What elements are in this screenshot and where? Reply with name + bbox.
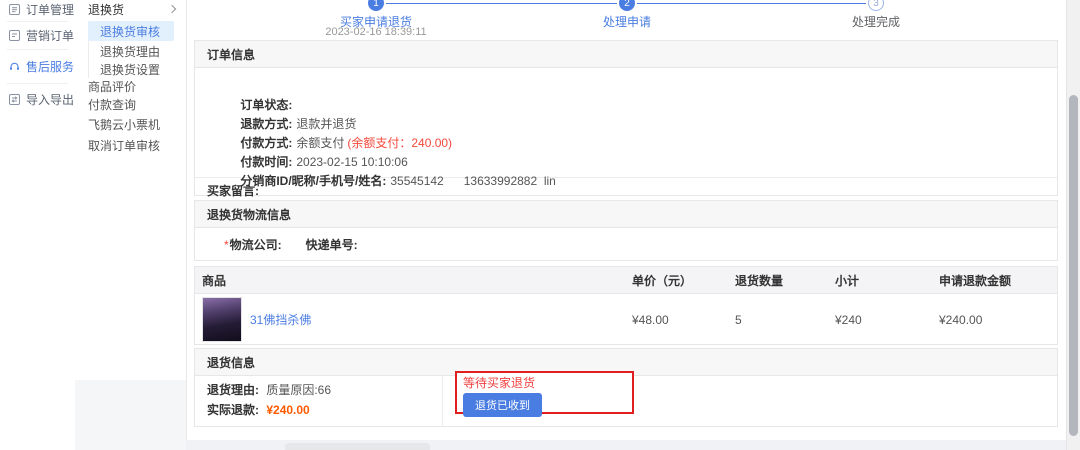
submenu-item-product-review[interactable]: 商品评价 (88, 77, 136, 95)
submenu-item-return-settings[interactable]: 退换货设置 (100, 60, 160, 78)
table-header-row: 商品 单价（元） 退货数量 小计 申请退款金额 (195, 267, 1057, 294)
col-header-product: 商品 (202, 272, 632, 289)
step-number: 3 (873, 0, 879, 9)
buyer-message-label: 买家留言: (207, 182, 259, 199)
balance-payment-amount: (余额支付：240.00) (347, 136, 452, 150)
submenu-item-label: 商品评价 (88, 78, 136, 95)
field-label: 实际退款: (207, 403, 259, 417)
waiting-buyer-return-status: 等待买家退货 (463, 376, 632, 390)
return-status-highlight-box: 等待买家退货 退货已收到 (455, 371, 634, 414)
submenu-item-return-reason[interactable]: 退换货理由 (100, 42, 160, 60)
sidebar-item-after-sales[interactable]: 售后服务 (0, 50, 75, 83)
sidebar-item-marketing-order[interactable]: 营销订单 (0, 22, 75, 49)
step-circle-3: 3 (868, 0, 884, 11)
step-connector (637, 3, 866, 4)
field-label: 分销商ID/昵称/手机号/姓名: (240, 174, 386, 188)
logistics-panel: 退换货物流信息 * 物流公司: 快递单号: (194, 200, 1058, 261)
step-label-complete: 处理完成 (806, 13, 946, 30)
order-info-body: 订单状态: 退款方式:退款并退货 付款方式:余额支付(余额支付：240.00) … (195, 68, 1057, 172)
field-label: 付款时间: (240, 155, 292, 169)
tracking-number-label: 快递单号: (306, 236, 358, 253)
vertical-divider (442, 376, 443, 427)
submenu-item-label: 退换货设置 (100, 61, 160, 78)
return-info-body: 退货理由: 质量原因:66 实际退款: ¥240.00 等待买家退货 退货已收到 (195, 376, 1057, 427)
col-header-unit-price: 单价（元） (632, 272, 735, 289)
submenu-panel: 退换货 退换货审核 退换货理由 退换货设置 商品评价 付款查询 飞鹅云小票机 (75, 0, 186, 380)
goods-received-button[interactable]: 退货已收到 (463, 393, 542, 417)
scrollbar-track (1066, 0, 1080, 450)
logistics-body: * 物流公司: 快递单号: (195, 228, 1057, 261)
main-content: 1 2 3 买家申请退货 2023-02-16 18:39:11 处理申请 处理… (186, 0, 1066, 440)
submenu-item-receipt-printer[interactable]: 飞鹅云小票机 (88, 115, 160, 133)
subtotal-value: ¥240 (835, 313, 939, 327)
field-actual-refund: 实际退款: ¥240.00 (207, 401, 310, 419)
return-info-panel: 退货信息 退货理由: 质量原因:66 实际退款: ¥240.00 等待买家退货 … (194, 348, 1058, 427)
step-timestamp: 2023-02-16 18:39:11 (306, 26, 446, 38)
table-row: 31佛挡杀佛 ¥48.00 5 ¥240 ¥240.00 (195, 294, 1057, 345)
step-label-processing: 处理申请 (557, 13, 697, 30)
col-header-return-qty: 退货数量 (735, 272, 835, 289)
step-circle-1: 1 (368, 0, 384, 11)
submenu-item-label: 付款查询 (88, 96, 136, 113)
sidebar-item-label: 导入导出 (26, 91, 74, 108)
product-name-link[interactable]: 31佛挡杀佛 (250, 311, 311, 328)
submenu-group-returns[interactable]: 退换货 (88, 1, 177, 17)
marketing-order-icon (8, 29, 21, 42)
submenu-item-label: 退换货理由 (100, 43, 160, 60)
submenu-item-return-review[interactable]: 退换货审核 (88, 21, 174, 41)
return-qty-value: 5 (735, 313, 835, 327)
submenu-group-label: 退换货 (88, 1, 124, 18)
submenu-item-cancel-order-review[interactable]: 取消订单审核 (88, 136, 160, 154)
field-value: 质量原因:66 (266, 383, 331, 397)
submenu-item-label: 飞鹅云小票机 (88, 116, 160, 133)
field-value: 2023-02-15 10:10:06 (296, 155, 407, 169)
scrollbar-thumb[interactable] (1069, 95, 1078, 436)
sidebar-item-label: 营销订单 (26, 27, 74, 44)
submenu-item-label: 取消订单审核 (88, 137, 160, 154)
product-cell: 31佛挡杀佛 (202, 297, 632, 342)
import-export-icon (8, 93, 21, 106)
field-label: 订单状态: (240, 98, 292, 112)
primary-sidebar: 订单管理 营销订单 售后服务 导入导出 (0, 0, 75, 450)
product-table: 商品 单价（元） 退货数量 小计 申请退款金额 31佛挡杀佛 ¥48.00 5 … (194, 266, 1058, 345)
secondary-sidebar: 退换货 退换货审核 退换货理由 退换货设置 商品评价 付款查询 飞鹅云小票机 (75, 0, 186, 450)
logistics-company-label: 物流公司: (230, 236, 282, 253)
after-sales-icon (8, 60, 21, 73)
required-asterisk: * (224, 238, 229, 252)
step-connector (386, 3, 617, 4)
submenu-item-label: 退换货审核 (100, 23, 160, 40)
step-circle-2: 2 (619, 0, 635, 11)
refund-amount-value: ¥240.00 (939, 313, 1057, 327)
step-number: 1 (373, 0, 379, 9)
sidebar-item-order-management[interactable]: 订单管理 (0, 0, 75, 21)
field-value: 退款并退货 (296, 117, 356, 131)
field-return-reason: 退货理由: 质量原因:66 (207, 381, 331, 399)
field-value: 35545142 13633992882 lin (390, 174, 555, 188)
order-management-icon (8, 3, 21, 16)
sidebar-item-label: 售后服务 (26, 58, 74, 75)
field-value: 余额支付 (296, 136, 344, 150)
panel-title: 退换货物流信息 (195, 201, 1057, 228)
panel-title: 订单信息 (195, 41, 1057, 68)
sidebar-item-import-export[interactable]: 导入导出 (0, 84, 75, 114)
field-refund-method: 退款方式:退款并退货 (207, 96, 1057, 115)
col-header-refund-amount: 申请退款金额 (939, 272, 1057, 289)
app-window: 订单管理 营销订单 售后服务 导入导出 退换货 退换货审核 (0, 0, 1080, 450)
col-header-subtotal: 小计 (835, 272, 939, 289)
step-number: 2 (624, 0, 630, 9)
field-label: 退货理由: (207, 383, 259, 397)
order-info-panel: 订单信息 订单状态: 退款方式:退款并退货 付款方式:余额支付(余额支付：240… (194, 40, 1058, 196)
sidebar-item-label: 订单管理 (26, 1, 74, 18)
product-thumbnail (202, 297, 242, 342)
unit-price-value: ¥48.00 (632, 313, 735, 327)
chevron-right-icon (168, 5, 176, 13)
field-order-status: 订单状态: (207, 77, 1057, 96)
partial-hidden-element (285, 443, 430, 450)
field-label: 退款方式: (240, 117, 292, 131)
submenu-item-payment-query[interactable]: 付款查询 (88, 95, 136, 113)
actual-refund-amount: ¥240.00 (266, 403, 309, 417)
field-label: 付款方式: (240, 136, 292, 150)
